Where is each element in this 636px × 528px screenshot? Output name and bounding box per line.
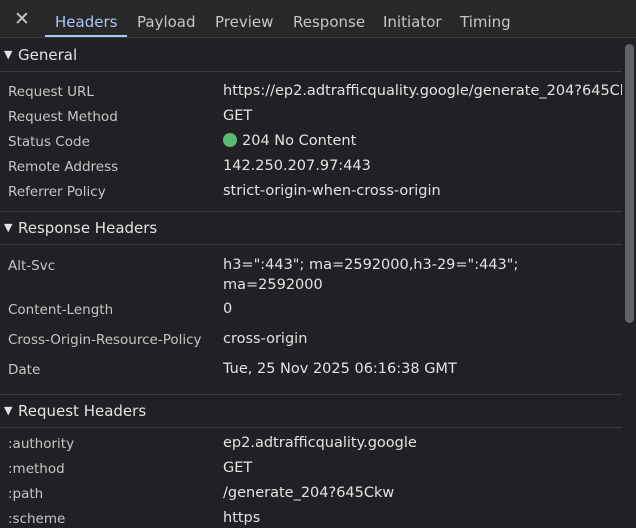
- request-method-value[interactable]: GET: [223, 106, 252, 126]
- response-headers-section-title: Response Headers: [18, 219, 158, 237]
- header-name: Cross-Origin-Resource-Policy: [8, 332, 202, 348]
- header-name: Content-Length: [8, 302, 114, 318]
- tab-response[interactable]: Response: [293, 0, 365, 37]
- header-name: :scheme: [8, 511, 66, 527]
- request-headers-section-header[interactable]: ▼ Request Headers: [0, 395, 622, 427]
- divider: [0, 71, 622, 72]
- cross-origin-resource-policy-value[interactable]: cross-origin: [223, 329, 307, 349]
- header-name: Status Code: [8, 134, 90, 150]
- header-name: Referrer Policy: [8, 184, 106, 200]
- header-name: :method: [8, 461, 65, 477]
- tab-headers[interactable]: Headers: [44, 0, 128, 37]
- method-value[interactable]: GET: [223, 458, 252, 478]
- divider: [0, 427, 622, 428]
- devtools-tab-bar: ✕ Headers Payload Preview Response Initi…: [0, 0, 636, 38]
- status-code-text: 204 No Content: [242, 133, 357, 149]
- header-name: :path: [8, 486, 44, 502]
- alt-svc-value-line2[interactable]: ma=2592000: [223, 275, 323, 295]
- response-headers-section-header[interactable]: ▼ Response Headers: [0, 212, 622, 244]
- authority-value[interactable]: ep2.adtrafficquality.google: [223, 433, 417, 453]
- status-code-value[interactable]: 204 No Content: [223, 131, 356, 151]
- remote-address-value[interactable]: 142.250.207.97:443: [223, 156, 371, 176]
- tab-initiator[interactable]: Initiator: [383, 0, 442, 37]
- scheme-value[interactable]: https: [223, 508, 260, 528]
- content-length-value[interactable]: 0: [223, 299, 232, 319]
- collapse-triangle-icon: ▼: [4, 404, 13, 417]
- scrollbar-thumb[interactable]: [625, 44, 634, 323]
- vertical-scrollbar[interactable]: [622, 38, 636, 528]
- header-name: Request Method: [8, 109, 118, 125]
- collapse-triangle-icon: ▼: [4, 221, 13, 234]
- request-url-value[interactable]: https://ep2.adtrafficquality.google/gene…: [223, 81, 622, 101]
- referrer-policy-value[interactable]: strict-origin-when-cross-origin: [223, 181, 441, 201]
- headers-panel: ▼ General Request URL https://ep2.adtraf…: [0, 38, 622, 528]
- alt-svc-value-line1[interactable]: h3=":443"; ma=2592000,h3-29=":443";: [223, 255, 518, 275]
- header-name: Remote Address: [8, 159, 119, 175]
- header-name: Alt-Svc: [8, 258, 56, 274]
- tab-preview[interactable]: Preview: [215, 0, 273, 37]
- divider: [0, 244, 622, 245]
- close-icon[interactable]: ✕: [12, 9, 32, 29]
- header-name: :authority: [8, 436, 75, 452]
- tab-timing[interactable]: Timing: [460, 0, 511, 37]
- tab-payload[interactable]: Payload: [137, 0, 196, 37]
- request-headers-section-title: Request Headers: [18, 402, 147, 420]
- date-value[interactable]: Tue, 25 Nov 2025 06:16:38 GMT: [223, 359, 457, 379]
- collapse-triangle-icon: ▼: [4, 48, 13, 61]
- header-name: Date: [8, 362, 41, 378]
- general-section-header[interactable]: ▼ General: [0, 39, 622, 71]
- general-section-title: General: [18, 46, 78, 64]
- path-value[interactable]: /generate_204?645Ckw: [223, 483, 394, 503]
- status-ok-icon: [223, 133, 237, 147]
- header-name: Request URL: [8, 84, 94, 100]
